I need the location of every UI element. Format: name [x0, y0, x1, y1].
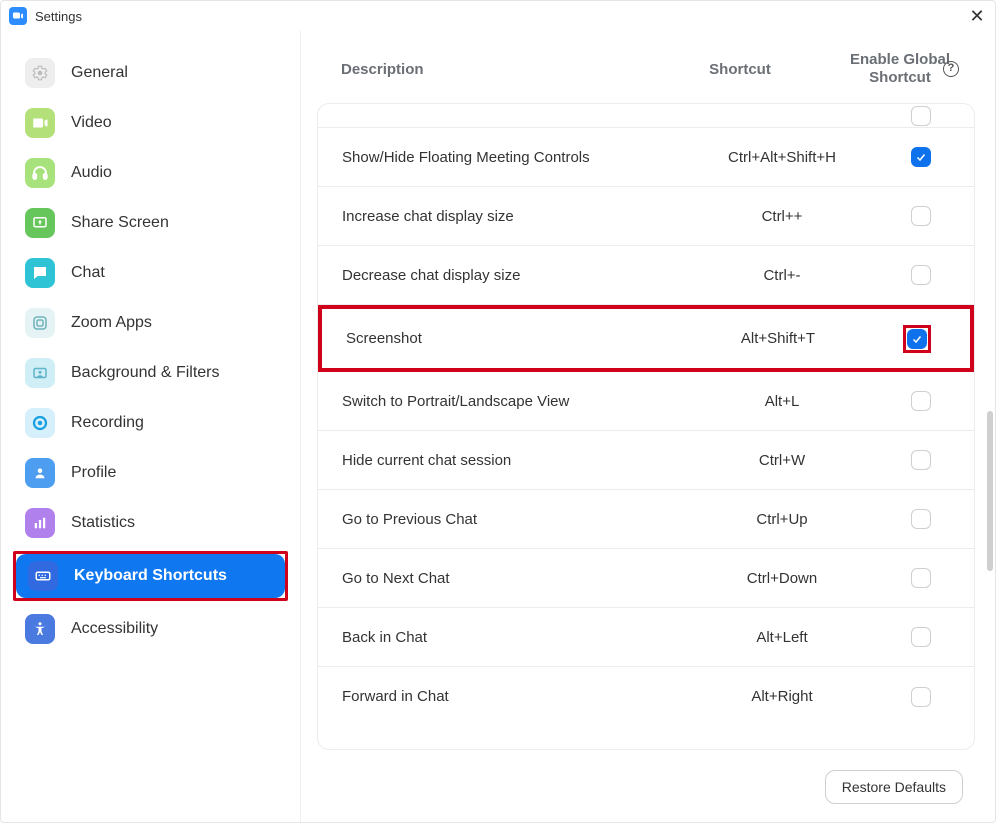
- sidebar-item-label: Statistics: [71, 514, 135, 532]
- table-row[interactable]: Hide current chat session Ctrl+W: [318, 431, 974, 490]
- row-description: Back in Chat: [342, 629, 682, 646]
- row-shortcut[interactable]: Ctrl+Up: [682, 511, 882, 528]
- profile-icon: [25, 458, 55, 488]
- global-shortcut-checkbox[interactable]: [911, 147, 931, 167]
- sidebar-item-label: General: [71, 64, 128, 82]
- sidebar-item-audio[interactable]: Audio: [13, 151, 288, 195]
- statistics-icon: [25, 508, 55, 538]
- restore-defaults-button[interactable]: Restore Defaults: [825, 770, 963, 804]
- sidebar-item-keyboard-shortcuts[interactable]: Keyboard Shortcuts: [16, 554, 285, 598]
- shortcuts-table: Read active speaker name Ctrl+2 Show/Hid…: [317, 103, 975, 750]
- sidebar: General Video Audio Share Screen: [1, 31, 301, 822]
- table-row[interactable]: Read active speaker name Ctrl+2: [318, 104, 974, 128]
- row-description: Increase chat display size: [342, 208, 682, 225]
- accessibility-icon: [25, 614, 55, 644]
- headphones-icon: [25, 158, 55, 188]
- global-shortcut-checkbox[interactable]: [911, 568, 931, 588]
- global-shortcut-checkbox[interactable]: [911, 687, 931, 707]
- row-shortcut[interactable]: Ctrl+W: [682, 452, 882, 469]
- global-shortcut-checkbox[interactable]: [911, 509, 931, 529]
- global-shortcut-checkbox[interactable]: [911, 265, 931, 285]
- sidebar-item-profile[interactable]: Profile: [13, 451, 288, 495]
- row-description: Forward in Chat: [342, 688, 682, 705]
- sidebar-item-accessibility[interactable]: Accessibility: [13, 607, 288, 651]
- row-shortcut[interactable]: Ctrl+-: [682, 267, 882, 284]
- global-shortcut-checkbox[interactable]: [911, 627, 931, 647]
- global-shortcut-checkbox[interactable]: [907, 329, 927, 349]
- col-enable-global: Enable Global Shortcut ?: [845, 51, 955, 87]
- sidebar-item-label: Background & Filters: [71, 364, 220, 382]
- table-row[interactable]: Go to Previous Chat Ctrl+Up: [318, 490, 974, 549]
- table-row[interactable]: Show/Hide Floating Meeting Controls Ctrl…: [318, 128, 974, 187]
- table-row[interactable]: Forward in Chat Alt+Right: [318, 667, 974, 726]
- global-shortcut-checkbox[interactable]: [911, 450, 931, 470]
- chat-icon: [25, 258, 55, 288]
- row-description: Go to Previous Chat: [342, 511, 682, 528]
- row-shortcut[interactable]: Alt+Shift+T: [678, 330, 878, 347]
- sidebar-item-label: Audio: [71, 164, 112, 182]
- col-shortcut: Shortcut: [635, 61, 845, 78]
- row-shortcut[interactable]: Alt+Left: [682, 629, 882, 646]
- global-shortcut-checkbox[interactable]: [911, 391, 931, 411]
- keyboard-icon: [28, 561, 58, 591]
- table-row[interactable]: Go to Next Chat Ctrl+Down: [318, 549, 974, 608]
- row-description: Screenshot: [346, 330, 678, 347]
- scrollbar-thumb[interactable]: [987, 411, 993, 571]
- table-header: Description Shortcut Enable Global Short…: [301, 31, 985, 103]
- background-icon: [25, 358, 55, 388]
- row-description: Switch to Portrait/Landscape View: [342, 393, 682, 410]
- video-icon: [25, 108, 55, 138]
- row-description: Decrease chat display size: [342, 267, 682, 284]
- sidebar-item-label: Keyboard Shortcuts: [74, 567, 227, 585]
- sidebar-item-label: Video: [71, 114, 112, 132]
- row-shortcut[interactable]: Alt+Right: [682, 688, 882, 705]
- table-row[interactable]: Switch to Portrait/Landscape View Alt+L: [318, 372, 974, 431]
- sidebar-item-zoom-apps[interactable]: Zoom Apps: [13, 301, 288, 345]
- table-row[interactable]: Decrease chat display size Ctrl+-: [318, 246, 974, 305]
- titlebar: Settings ✕: [1, 1, 995, 31]
- apps-icon: [25, 308, 55, 338]
- sidebar-item-video[interactable]: Video: [13, 101, 288, 145]
- gear-icon: [25, 58, 55, 88]
- sidebar-item-recording[interactable]: Recording: [13, 401, 288, 445]
- sidebar-item-label: Zoom Apps: [71, 314, 152, 332]
- shortcuts-panel: Description Shortcut Enable Global Short…: [301, 31, 995, 822]
- sidebar-item-share-screen[interactable]: Share Screen: [13, 201, 288, 245]
- help-icon[interactable]: ?: [943, 61, 959, 77]
- close-icon[interactable]: ✕: [965, 4, 989, 28]
- zoom-icon: [9, 7, 27, 25]
- table-row[interactable]: Back in Chat Alt+Left: [318, 608, 974, 667]
- sidebar-item-statistics[interactable]: Statistics: [13, 501, 288, 545]
- share-screen-icon: [25, 208, 55, 238]
- sidebar-item-label: Profile: [71, 464, 116, 482]
- row-description: Hide current chat session: [342, 452, 682, 469]
- table-row[interactable]: Increase chat display size Ctrl++: [318, 187, 974, 246]
- row-description: Show/Hide Floating Meeting Controls: [342, 149, 682, 166]
- sidebar-item-label: Recording: [71, 414, 144, 432]
- sidebar-item-label: Share Screen: [71, 214, 169, 232]
- row-shortcut[interactable]: Ctrl+Down: [682, 570, 882, 587]
- recording-icon: [25, 408, 55, 438]
- col-description: Description: [341, 61, 635, 78]
- sidebar-item-background-filters[interactable]: Background & Filters: [13, 351, 288, 395]
- window-title: Settings: [35, 9, 82, 24]
- row-shortcut[interactable]: Alt+L: [682, 393, 882, 410]
- row-description: Go to Next Chat: [342, 570, 682, 587]
- sidebar-item-general[interactable]: General: [13, 51, 288, 95]
- sidebar-item-label: Chat: [71, 264, 105, 282]
- global-shortcut-checkbox[interactable]: [911, 106, 931, 126]
- sidebar-item-label: Accessibility: [71, 620, 158, 638]
- row-shortcut[interactable]: Ctrl++: [682, 208, 882, 225]
- settings-window: Settings ✕ General Video Audio: [0, 0, 996, 823]
- sidebar-item-chat[interactable]: Chat: [13, 251, 288, 295]
- table-row-screenshot[interactable]: Screenshot Alt+Shift+T: [322, 309, 970, 368]
- row-shortcut[interactable]: Ctrl+Alt+Shift+H: [682, 149, 882, 166]
- global-shortcut-checkbox[interactable]: [911, 206, 931, 226]
